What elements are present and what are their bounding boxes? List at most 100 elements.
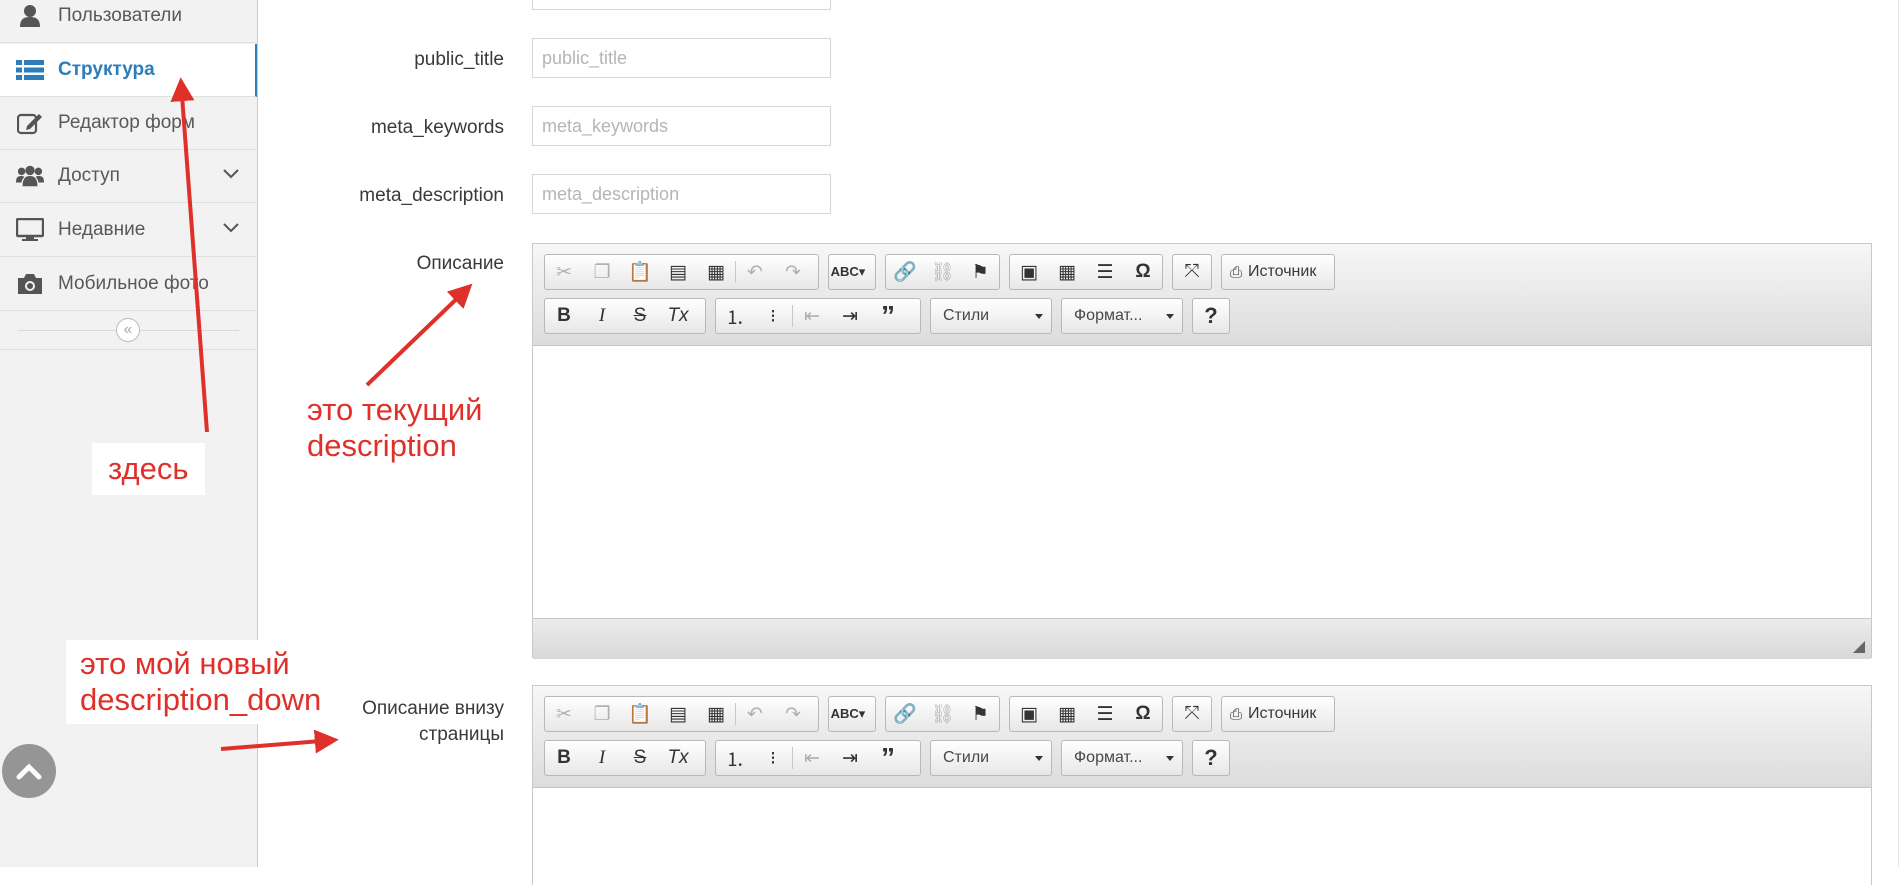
styles-dropdown[interactable]: Стили <box>930 298 1052 334</box>
user-icon <box>16 3 44 29</box>
public-title-input[interactable] <box>532 38 831 78</box>
image-icon[interactable]: ▣ <box>1010 697 1048 731</box>
blockquote-icon[interactable]: ” <box>869 299 907 333</box>
sidebar-item-access[interactable]: Доступ <box>0 150 257 203</box>
horizontal-rule-icon[interactable]: ☰ <box>1086 697 1124 731</box>
bold-button[interactable]: B <box>545 741 583 775</box>
styles-dropdown-label: Стили <box>943 307 990 324</box>
source-button[interactable]: ⎙ Источник <box>1221 696 1335 732</box>
bold-button[interactable]: B <box>545 299 583 333</box>
outdent-icon[interactable]: ⇤ <box>793 299 831 333</box>
anchor-flag-icon[interactable]: ⚑ <box>961 697 999 731</box>
format-dropdown-label: Формат... <box>1074 749 1143 766</box>
maximize-group: ⤧ <box>1172 254 1212 290</box>
indent-icon[interactable]: ⇥ <box>831 299 869 333</box>
special-char-icon[interactable]: Ω <box>1124 697 1162 731</box>
special-char-icon[interactable]: Ω <box>1124 255 1162 289</box>
annotation-current-line2: description <box>307 428 457 463</box>
caret-down-icon <box>1166 756 1174 761</box>
help-button[interactable]: ? <box>1192 298 1230 334</box>
cut-icon[interactable]: ✂ <box>545 697 583 731</box>
undo-icon[interactable]: ↶ <box>736 697 774 731</box>
insert-group: ▣ ▦ ☰ Ω <box>1009 254 1163 290</box>
monitor-icon <box>16 217 44 243</box>
sidebar-item-recent[interactable]: Недавние <box>0 204 257 257</box>
sidebar-item-users[interactable]: Пользователи <box>0 0 257 43</box>
meta-description-input[interactable] <box>532 174 831 214</box>
sidebar-item-structure[interactable]: Структура <box>0 44 257 97</box>
link-icon[interactable]: 🔗 <box>886 255 924 289</box>
numbered-list-icon[interactable]: ⒈ <box>716 299 754 333</box>
description-editor: ✂ ❐ 📋 ▤ ▦ ↶ ↷ ABC▾ 🔗 ⛓ ⚑ ▣ ▦ ☰ Ω ⤧ ⎙ Ист… <box>532 243 1872 659</box>
public-title-label: public_title <box>414 49 504 70</box>
remove-format-icon[interactable]: Tx <box>659 299 697 333</box>
chevron-down-icon[interactable] <box>223 166 239 184</box>
sidebar-item-label: Недавние <box>58 219 146 240</box>
maximize-group: ⤧ <box>1172 696 1212 732</box>
italic-button[interactable]: I <box>583 741 621 775</box>
maximize-icon[interactable]: ⤧ <box>1173 697 1211 731</box>
bulleted-list-icon[interactable]: ⁝ <box>754 741 792 775</box>
copy-icon[interactable]: ❐ <box>583 255 621 289</box>
image-icon[interactable]: ▣ <box>1010 255 1048 289</box>
strikethrough-button[interactable]: S <box>621 299 659 333</box>
sidebar-item-mobile-photo[interactable]: Мобильное фото <box>0 258 257 311</box>
styles-dropdown[interactable]: Стили <box>930 740 1052 776</box>
maximize-icon[interactable]: ⤧ <box>1173 255 1211 289</box>
unlink-icon[interactable]: ⛓ <box>924 697 962 731</box>
table-icon[interactable]: ▦ <box>1048 255 1086 289</box>
sidebar-item-label: Доступ <box>58 165 120 186</box>
bulleted-list-icon[interactable]: ⁝ <box>754 299 792 333</box>
strikethrough-button[interactable]: S <box>621 741 659 775</box>
copy-icon[interactable]: ❐ <box>583 697 621 731</box>
source-button[interactable]: ⎙ Источник <box>1221 254 1335 290</box>
link-icon[interactable]: 🔗 <box>886 697 924 731</box>
links-group: 🔗 ⛓ ⚑ <box>885 696 1000 732</box>
paste-word-icon[interactable]: ▦ <box>697 697 735 731</box>
indent-icon[interactable]: ⇥ <box>831 741 869 775</box>
description-down-editor-content[interactable] <box>533 788 1871 886</box>
styles-dropdown-label: Стили <box>943 749 990 766</box>
description-down-label-line1: Описание внизу <box>362 698 504 719</box>
links-group: 🔗 ⛓ ⚑ <box>885 254 1000 290</box>
redo-icon[interactable]: ↷ <box>774 255 812 289</box>
insert-group: ▣ ▦ ☰ Ω <box>1009 696 1163 732</box>
paste-icon[interactable]: 📋 <box>621 255 659 289</box>
source-icon: ⎙ <box>1230 705 1243 723</box>
meta-keywords-input[interactable] <box>532 106 831 146</box>
collapse-sidebar-button[interactable]: « <box>116 318 140 342</box>
chevron-down-icon[interactable] <box>223 220 239 238</box>
resize-grip-icon[interactable] <box>1853 641 1865 653</box>
cut-icon[interactable]: ✂ <box>545 255 583 289</box>
anchor-flag-icon[interactable]: ⚑ <box>961 255 999 289</box>
caret-down-icon <box>1035 756 1043 761</box>
paste-text-icon[interactable]: ▤ <box>659 255 697 289</box>
scroll-to-top-button[interactable] <box>2 744 56 798</box>
caret-down-icon <box>1035 314 1043 319</box>
italic-button[interactable]: I <box>583 299 621 333</box>
redo-icon[interactable]: ↷ <box>774 697 812 731</box>
undo-icon[interactable]: ↶ <box>736 255 774 289</box>
paste-icon[interactable]: 📋 <box>621 697 659 731</box>
unlink-icon[interactable]: ⛓ <box>924 255 962 289</box>
format-dropdown[interactable]: Формат... <box>1061 298 1183 334</box>
table-icon[interactable]: ▦ <box>1048 697 1086 731</box>
paste-text-icon[interactable]: ▤ <box>659 697 697 731</box>
horizontal-rule-icon[interactable]: ☰ <box>1086 255 1124 289</box>
source-label: Источник <box>1248 263 1317 280</box>
sidebar-collapse-row: « <box>0 313 257 350</box>
format-dropdown[interactable]: Формат... <box>1061 740 1183 776</box>
paste-word-icon[interactable]: ▦ <box>697 255 735 289</box>
description-editor-content[interactable] <box>533 346 1871 618</box>
outdent-icon[interactable]: ⇤ <box>793 741 831 775</box>
spellcheck-icon[interactable]: ABC▾ <box>829 697 867 731</box>
lists-group: ⒈ ⁝ ⇤ ⇥ ” <box>715 740 921 776</box>
spellcheck-icon[interactable]: ABC▾ <box>829 255 867 289</box>
previous-field-input[interactable] <box>532 0 831 10</box>
sidebar-item-form-editor[interactable]: Редактор форм <box>0 97 257 150</box>
numbered-list-icon[interactable]: ⒈ <box>716 741 754 775</box>
description-down-label-line2: страницы <box>419 724 504 745</box>
blockquote-icon[interactable]: ” <box>869 741 907 775</box>
remove-format-icon[interactable]: Tx <box>659 741 697 775</box>
help-button[interactable]: ? <box>1192 740 1230 776</box>
